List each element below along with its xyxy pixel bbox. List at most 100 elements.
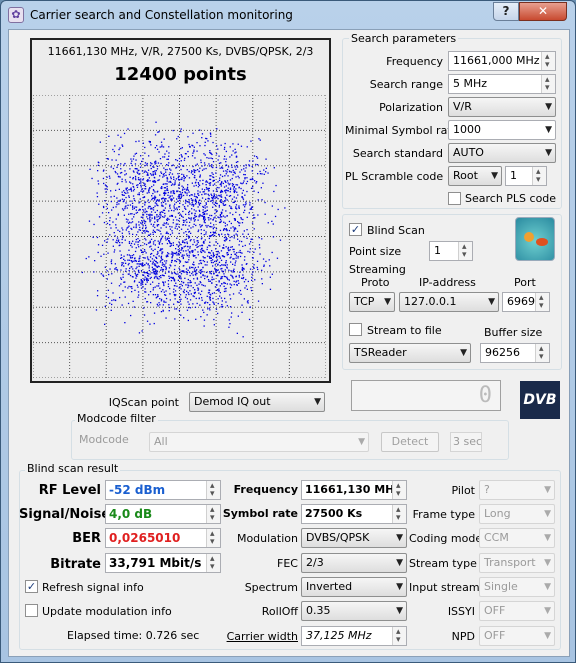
streaming-label: Streaming bbox=[349, 263, 406, 276]
frame-type-select[interactable]: Long ▼ bbox=[479, 504, 555, 524]
points-count: 12400 points bbox=[114, 64, 247, 85]
search-range-spin[interactable] bbox=[541, 75, 555, 93]
chevron-down-icon: ▼ bbox=[396, 582, 403, 592]
frequency-input[interactable]: 11661,000 MHz bbox=[448, 51, 556, 71]
rf-level-label: RF Level bbox=[38, 483, 101, 498]
issyi-select[interactable]: OFF ▼ bbox=[479, 601, 555, 621]
reader-select[interactable]: TSReader ▼ bbox=[349, 343, 471, 363]
chevron-down-icon: ▼ bbox=[396, 558, 403, 568]
spectrum-select[interactable]: Inverted ▼ bbox=[301, 577, 407, 597]
pl-scramble-spin[interactable] bbox=[532, 167, 546, 185]
lcd-value: 0 bbox=[478, 383, 492, 408]
port-label: Port bbox=[514, 276, 536, 289]
signal-noise-value: 4,0 dB bbox=[105, 501, 221, 527]
chevron-down-icon: ▼ bbox=[488, 297, 495, 307]
coding-mode-label: Coding mode bbox=[409, 532, 483, 545]
spectrum-label: Spectrum bbox=[244, 581, 298, 594]
modulation-select[interactable]: DVBS/QPSK ▼ bbox=[301, 528, 407, 548]
port-spin[interactable] bbox=[535, 293, 549, 311]
update-modulation-checkbox[interactable] bbox=[25, 604, 38, 617]
pilot-select[interactable]: ? ▼ bbox=[479, 480, 555, 500]
rolloff-select[interactable]: 0.35 ▼ bbox=[301, 601, 407, 621]
point-size-input[interactable]: 1 bbox=[429, 241, 473, 261]
ip-address-label: IP-address bbox=[419, 276, 476, 289]
chevron-down-icon: ▼ bbox=[544, 485, 551, 495]
rf-level-value: -52 dBm bbox=[105, 477, 221, 503]
refresh-signal-label: Refresh signal info bbox=[42, 581, 144, 594]
point-size-spin[interactable] bbox=[458, 242, 472, 260]
chevron-down-icon: ▼ bbox=[544, 533, 551, 543]
blind-scan-label: Blind Scan bbox=[367, 224, 425, 237]
chevron-down-icon: ▼ bbox=[358, 437, 365, 447]
chevron-down-icon: ▼ bbox=[544, 631, 551, 641]
point-size-label: Point size bbox=[349, 245, 402, 258]
fec-select[interactable]: 2/3 ▼ bbox=[301, 553, 407, 573]
polarization-select[interactable]: V/R ▼ bbox=[448, 97, 556, 117]
search-parameters-title: Search parameters bbox=[349, 32, 459, 45]
chevron-down-icon: ▼ bbox=[544, 558, 551, 568]
chevron-down-icon: ▼ bbox=[544, 606, 551, 616]
refresh-signal-checkbox[interactable]: ✓ bbox=[25, 580, 38, 593]
chevron-down-icon: ▼ bbox=[545, 148, 552, 158]
chevron-down-icon: ▼ bbox=[460, 348, 467, 358]
main-window: ✿ Carrier search and Constellation monit… bbox=[0, 0, 576, 663]
frequency-spin[interactable] bbox=[541, 52, 555, 70]
blind-scan-result-title: Blind scan result bbox=[25, 462, 121, 475]
modcode-select[interactable]: All ▼ bbox=[149, 432, 369, 452]
chevron-down-icon: ▼ bbox=[396, 533, 403, 543]
npd-select[interactable]: OFF ▼ bbox=[479, 626, 555, 646]
search-standard-select[interactable]: AUTO ▼ bbox=[448, 143, 556, 163]
ber-label: BER bbox=[72, 531, 101, 546]
bitrate-value: 33,791 Mbit/s bbox=[105, 550, 221, 576]
carrier-width-label: Carrier width bbox=[226, 630, 298, 643]
proto-label: Proto bbox=[361, 276, 390, 289]
npd-label: NPD bbox=[451, 630, 475, 643]
result-symbol-rate-label: Symbol rate bbox=[222, 507, 298, 520]
buffer-size-input[interactable]: 96256 bbox=[480, 343, 550, 363]
detect-time-input[interactable]: 3 sec bbox=[450, 432, 482, 452]
result-frequency-value: 11661,130 MHz bbox=[301, 477, 407, 503]
blind-scan-checkbox[interactable]: ✓ bbox=[349, 223, 362, 236]
close-button[interactable]: ✕ bbox=[519, 2, 567, 21]
constellation-panel: 11661,130 MHz, V/R, 27500 Ks, DVBS/QPSK,… bbox=[30, 38, 331, 383]
rolloff-label: RollOff bbox=[261, 605, 298, 618]
buffer-size-label: Buffer size bbox=[484, 326, 543, 339]
dvb-logo: DVB bbox=[520, 381, 560, 419]
title-bar[interactable]: ✿ Carrier search and Constellation monit… bbox=[1, 1, 575, 29]
modulation-label: Modulation bbox=[236, 532, 298, 545]
detect-button[interactable]: Detect bbox=[381, 432, 439, 452]
input-stream-select[interactable]: Single ▼ bbox=[479, 577, 555, 597]
bitrate-label: Bitrate bbox=[50, 557, 101, 572]
stream-type-select[interactable]: Transport ▼ bbox=[479, 553, 555, 573]
port-input[interactable]: 6969 bbox=[502, 292, 550, 312]
carrier-info: 11661,130 MHz, V/R, 27500 Ks, DVBS/QPSK,… bbox=[47, 45, 314, 58]
stream-to-file-checkbox[interactable] bbox=[349, 323, 362, 336]
search-pls-label: Search PLS code bbox=[465, 192, 557, 205]
carrier-width-value: 37,125 MHz bbox=[301, 626, 407, 646]
lcd-display: 0 bbox=[351, 380, 501, 411]
iqscan-select[interactable]: Demod IQ out ▼ bbox=[189, 392, 325, 412]
pl-scramble-mode-select[interactable]: Root ▼ bbox=[448, 166, 502, 186]
polarization-label: Polarization bbox=[379, 101, 443, 114]
pilot-label: Pilot bbox=[451, 484, 475, 497]
buffer-size-spin[interactable] bbox=[535, 344, 549, 362]
coding-mode-select[interactable]: CCM ▼ bbox=[479, 528, 555, 548]
input-stream-label: Input stream bbox=[409, 581, 480, 594]
min-symbol-rate-select[interactable]: 1000 ▼ bbox=[448, 120, 556, 140]
search-pls-checkbox[interactable] bbox=[448, 192, 461, 205]
proto-select[interactable]: TCP ▼ bbox=[349, 292, 395, 312]
constellation-plot bbox=[33, 95, 326, 378]
ip-address-select[interactable]: 127.0.0.1 ▼ bbox=[399, 292, 499, 312]
modcode-label: Modcode bbox=[79, 433, 129, 446]
pl-scramble-code-input[interactable]: 1 bbox=[505, 166, 547, 186]
min-symbol-rate-label: Minimal Symbol rate bbox=[345, 124, 459, 137]
issyi-label: ISSYI bbox=[447, 605, 475, 618]
chevron-down-icon: ▼ bbox=[545, 102, 552, 112]
help-button[interactable]: ? bbox=[493, 2, 519, 21]
modcode-filter-title: Modcode filter bbox=[75, 412, 158, 425]
search-range-input[interactable]: 5 MHz bbox=[448, 74, 556, 94]
search-standard-label: Search standard bbox=[352, 147, 443, 160]
stream-type-label: Stream type bbox=[409, 557, 477, 570]
ber-value: 0,0265010 bbox=[105, 525, 221, 551]
elapsed-time: Elapsed time: 0.726 sec bbox=[67, 629, 200, 642]
